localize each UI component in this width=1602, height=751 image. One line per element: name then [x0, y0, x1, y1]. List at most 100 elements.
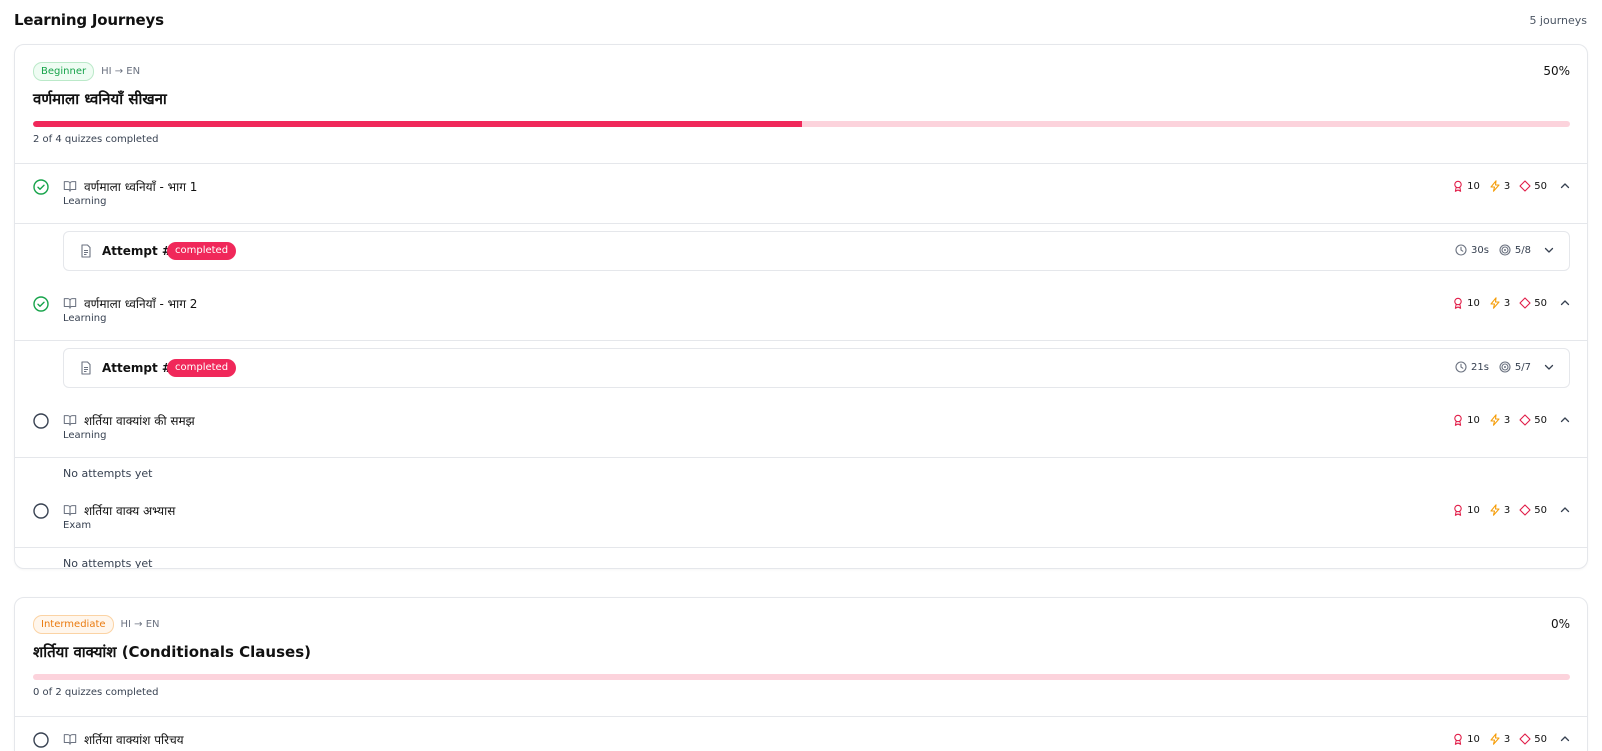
duration-stat: 21s: [1455, 361, 1489, 373]
award-icon: [1454, 733, 1462, 745]
circle-icon: [33, 503, 49, 519]
points-stat: 10: [1452, 733, 1480, 745]
journey-title: वर्णमाला ध्वनियाँ सीखना: [33, 90, 167, 108]
gems-stat: 50: [1519, 180, 1547, 192]
journey-title: शर्तिया वाक्यांश (Conditionals Clauses): [33, 643, 311, 661]
quiz-row[interactable]: वर्णमाला ध्वनियाँ - भाग 2 Learning 10 3 …: [15, 281, 1587, 341]
circle-icon: [33, 413, 49, 429]
language-pair: HI → EN: [101, 66, 141, 77]
bolt-icon: [1490, 297, 1500, 309]
award-icon: [1454, 504, 1462, 516]
points-stat: 10: [1452, 504, 1480, 516]
page-title: Learning Journeys: [14, 11, 164, 29]
empty-attempts-text: No attempts yet: [63, 467, 153, 480]
quiz-type: Learning: [63, 196, 107, 207]
level-badge: Beginner: [33, 62, 95, 81]
target-icon: [1499, 244, 1511, 256]
award-icon: [1454, 414, 1462, 426]
bolt-icon: [1490, 504, 1500, 516]
attempt-stats: 21s 5/7: [1445, 361, 1555, 373]
circle-icon: [33, 732, 49, 748]
language-pair: HI → EN: [120, 619, 160, 630]
journey-header[interactable]: Beginner HI → EN 50% वर्णमाला ध्वनियाँ स…: [15, 45, 1587, 164]
journey-count: 5 journeys: [1529, 13, 1587, 27]
award-icon: [1454, 297, 1462, 309]
chevron-up-icon[interactable]: [1559, 733, 1571, 745]
chevron-up-icon[interactable]: [1559, 504, 1571, 516]
quiz-type: Exam: [63, 520, 92, 531]
bolts-stat: 3: [1489, 504, 1510, 516]
attempts-list: Attempt #1 completed 21s 5/7: [15, 341, 1587, 398]
quiz-title: वर्णमाला ध्वनियाँ - भाग 2: [84, 297, 198, 311]
progress-fill: [33, 121, 802, 127]
empty-attempts-text: No attempts yet: [63, 557, 153, 569]
progress-percent: 0%: [1550, 617, 1570, 631]
bolts-stat: 3: [1489, 180, 1510, 192]
progress-text: 0 of 2 quizzes completed: [33, 687, 159, 698]
chevron-up-icon[interactable]: [1559, 297, 1571, 309]
quiz-row[interactable]: शर्तिया वाक्य अभ्यास Exam 10 3 50: [15, 488, 1587, 548]
book-icon: [63, 181, 77, 192]
diamond-icon: [1519, 297, 1531, 309]
chevron-down-icon[interactable]: [1543, 244, 1555, 256]
award-icon: [1454, 180, 1462, 192]
document-icon: [81, 244, 91, 258]
quiz-type: Learning: [63, 430, 107, 441]
score-stat: 5/8: [1499, 244, 1531, 256]
quiz-stats: 10 3 50: [1443, 414, 1571, 426]
attempt-status-badge: completed: [167, 242, 237, 260]
book-icon: [63, 505, 77, 516]
diamond-icon: [1519, 733, 1531, 745]
quiz-row[interactable]: शर्तिया वाक्यांश की समझ Learning 10 3 50: [15, 398, 1587, 458]
quiz-stats: 10 3 50: [1443, 297, 1571, 309]
level-badge: Intermediate: [33, 615, 114, 634]
quiz-stats: 10 3 50: [1443, 733, 1571, 745]
attempt-status-badge: completed: [167, 359, 237, 377]
journey-header[interactable]: Intermediate HI → EN 0% शर्तिया वाक्यांश…: [15, 598, 1587, 717]
chevron-up-icon[interactable]: [1559, 414, 1571, 426]
diamond-icon: [1519, 414, 1531, 426]
quiz-title: शर्तिया वाक्य अभ्यास: [84, 504, 176, 518]
chevron-down-icon[interactable]: [1543, 361, 1555, 373]
journey-card: Intermediate HI → EN 0% शर्तिया वाक्यांश…: [14, 597, 1588, 751]
empty-attempts: No attempts yet: [15, 548, 1587, 569]
points-stat: 10: [1452, 180, 1480, 192]
attempt-card[interactable]: Attempt #1 completed 21s 5/7: [63, 348, 1570, 388]
check-circle-icon: [33, 179, 49, 195]
book-icon: [63, 415, 77, 426]
chevron-up-icon[interactable]: [1559, 180, 1571, 192]
diamond-icon: [1519, 504, 1531, 516]
attempts-list: Attempt #1 completed 30s 5/8: [15, 224, 1587, 281]
empty-attempts: No attempts yet: [15, 458, 1587, 488]
attempt-card[interactable]: Attempt #1 completed 30s 5/8: [63, 231, 1570, 271]
diamond-icon: [1519, 180, 1531, 192]
quiz-title: शर्तिया वाक्यांश की समझ: [84, 414, 195, 428]
gems-stat: 50: [1519, 733, 1547, 745]
bolt-icon: [1490, 733, 1500, 745]
points-stat: 10: [1452, 297, 1480, 309]
gems-stat: 50: [1519, 297, 1547, 309]
progress-text: 2 of 4 quizzes completed: [33, 134, 159, 145]
page-header: Learning Journeys 5 journeys: [14, 0, 1587, 40]
bolts-stat: 3: [1489, 297, 1510, 309]
document-icon: [81, 361, 91, 375]
clock-icon: [1455, 244, 1467, 256]
gems-stat: 50: [1519, 504, 1547, 516]
check-circle-icon: [33, 296, 49, 312]
progress-bar: [33, 674, 1570, 680]
quiz-row[interactable]: शर्तिया वाक्यांश परिचय 10 3 50: [15, 717, 1587, 751]
quiz-title: वर्णमाला ध्वनियाँ - भाग 1: [84, 180, 198, 194]
book-icon: [63, 734, 77, 745]
target-icon: [1499, 361, 1511, 373]
score-stat: 5/7: [1499, 361, 1531, 373]
bolt-icon: [1490, 180, 1500, 192]
quiz-type: Learning: [63, 313, 107, 324]
gems-stat: 50: [1519, 414, 1547, 426]
quiz-stats: 10 3 50: [1443, 180, 1571, 192]
progress-bar: [33, 121, 1570, 127]
duration-stat: 30s: [1455, 244, 1489, 256]
quiz-row[interactable]: वर्णमाला ध्वनियाँ - भाग 1 Learning 10 3 …: [15, 164, 1587, 224]
bolts-stat: 3: [1489, 414, 1510, 426]
book-icon: [63, 298, 77, 309]
quiz-stats: 10 3 50: [1443, 504, 1571, 516]
